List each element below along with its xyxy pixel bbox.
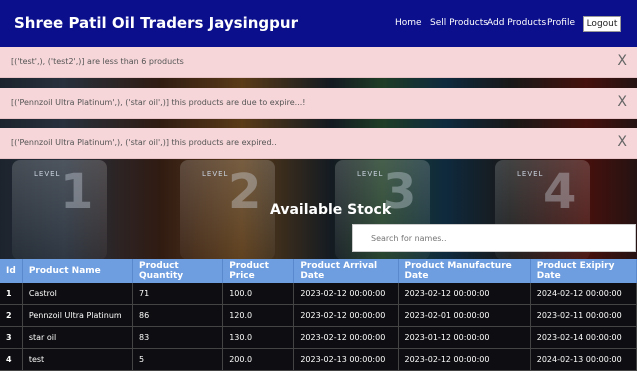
close-icon[interactable]: X <box>617 53 627 69</box>
column-header-product-name: Product Name <box>22 259 134 283</box>
level-label: LEVEL <box>517 170 544 178</box>
cell-manufacture-date: 2023-02-01 00:00:00 <box>398 304 531 327</box>
table-row: 3 star oil 83 130.0 2023-02-12 00:00:00 … <box>0 326 637 349</box>
cell-product-name: star oil <box>22 326 134 349</box>
nav-profile-link[interactable]: Profile <box>547 18 575 28</box>
oil-can-image-2: LEVEL 2 <box>180 160 275 260</box>
level-number: 2 <box>228 164 262 220</box>
cell-id: 1 <box>0 283 23 305</box>
alert-message: [('Pennzoil Ultra Platinum',), ('star oi… <box>11 98 306 107</box>
cell-arrival-date: 2023-02-12 00:00:00 <box>293 326 399 349</box>
level-label: LEVEL <box>202 170 229 178</box>
table-row: 4 test 5 200.0 2023-02-13 00:00:00 2023-… <box>0 348 637 371</box>
cell-expiry-date: 2023-02-11 00:00:00 <box>530 304 637 327</box>
cell-manufacture-date: 2023-02-12 00:00:00 <box>398 348 531 371</box>
alert-expired: [('Pennzoil Ultra Platinum',), ('star oi… <box>0 128 637 159</box>
column-header-product-quantity: Product Quantity <box>132 259 224 283</box>
cell-expiry-date: 2024-02-12 00:00:00 <box>530 283 637 305</box>
cell-id: 3 <box>0 326 23 349</box>
cell-product-quantity: 83 <box>132 326 224 349</box>
cell-product-name: Castrol <box>22 283 134 305</box>
brand-title[interactable]: Shree Patil Oil Traders Jaysingpur <box>14 14 298 32</box>
level-label: LEVEL <box>34 170 61 178</box>
column-header-id: Id <box>0 259 23 283</box>
alert-due-to-expire: [('Pennzoil Ultra Platinum',), ('star oi… <box>0 88 637 119</box>
column-header-product-price: Product Price <box>222 259 295 283</box>
level-label: LEVEL <box>357 170 384 178</box>
cell-id: 4 <box>0 348 23 371</box>
cell-arrival-date: 2023-02-12 00:00:00 <box>293 304 399 327</box>
cell-product-quantity: 71 <box>132 283 224 305</box>
cell-product-quantity: 5 <box>132 348 224 371</box>
cell-product-price: 130.0 <box>222 326 295 349</box>
column-header-product-arrival-date: Product Arrival Date <box>293 259 399 283</box>
nav-home-link[interactable]: Home <box>395 18 422 28</box>
close-icon[interactable]: X <box>617 134 627 150</box>
nav-sell-products-link[interactable]: Sell Products <box>430 18 488 28</box>
table-header-row: Id Product Name Product Quantity Product… <box>0 259 637 283</box>
cell-arrival-date: 2023-02-13 00:00:00 <box>293 348 399 371</box>
cell-manufacture-date: 2023-01-12 00:00:00 <box>398 326 531 349</box>
cell-product-quantity: 86 <box>132 304 224 327</box>
cell-product-name: test <box>22 348 134 371</box>
cell-arrival-date: 2023-02-12 00:00:00 <box>293 283 399 305</box>
cell-product-price: 120.0 <box>222 304 295 327</box>
level-number: 4 <box>543 164 577 220</box>
level-number: 1 <box>60 164 94 220</box>
cell-id: 2 <box>0 304 23 327</box>
table-row: 1 Castrol 71 100.0 2023-02-12 00:00:00 2… <box>0 283 637 305</box>
cell-product-price: 200.0 <box>222 348 295 371</box>
alert-message: [('test',), ('test2',)] are less than 6 … <box>11 57 184 66</box>
search-input[interactable] <box>353 225 635 251</box>
column-header-product-expiry-date: Product Exipiry Date <box>530 259 637 283</box>
alert-low-stock: [('test',), ('test2',)] are less than 6 … <box>0 47 637 78</box>
oil-can-image-1: LEVEL 1 <box>12 160 107 260</box>
logout-button[interactable]: Logout <box>583 16 621 32</box>
nav-add-products-link[interactable]: Add Products <box>487 18 546 28</box>
cell-expiry-date: 2023-02-14 00:00:00 <box>530 326 637 349</box>
stock-table: Id Product Name Product Quantity Product… <box>0 259 637 371</box>
page-title: Available Stock <box>270 202 392 218</box>
close-icon[interactable]: X <box>617 94 627 110</box>
navbar: Shree Patil Oil Traders Jaysingpur Home … <box>0 0 637 47</box>
table-row: 2 Pennzoil Ultra Platinum 86 120.0 2023-… <box>0 304 637 327</box>
search-box <box>352 224 636 252</box>
cell-product-name: Pennzoil Ultra Platinum <box>22 304 134 327</box>
cell-manufacture-date: 2023-02-12 00:00:00 <box>398 283 531 305</box>
cell-product-price: 100.0 <box>222 283 295 305</box>
column-header-product-manufacture-date: Product Manufacture Date <box>398 259 531 283</box>
alert-message: [('Pennzoil Ultra Platinum',), ('star oi… <box>11 138 277 147</box>
cell-expiry-date: 2024-02-13 00:00:00 <box>530 348 637 371</box>
